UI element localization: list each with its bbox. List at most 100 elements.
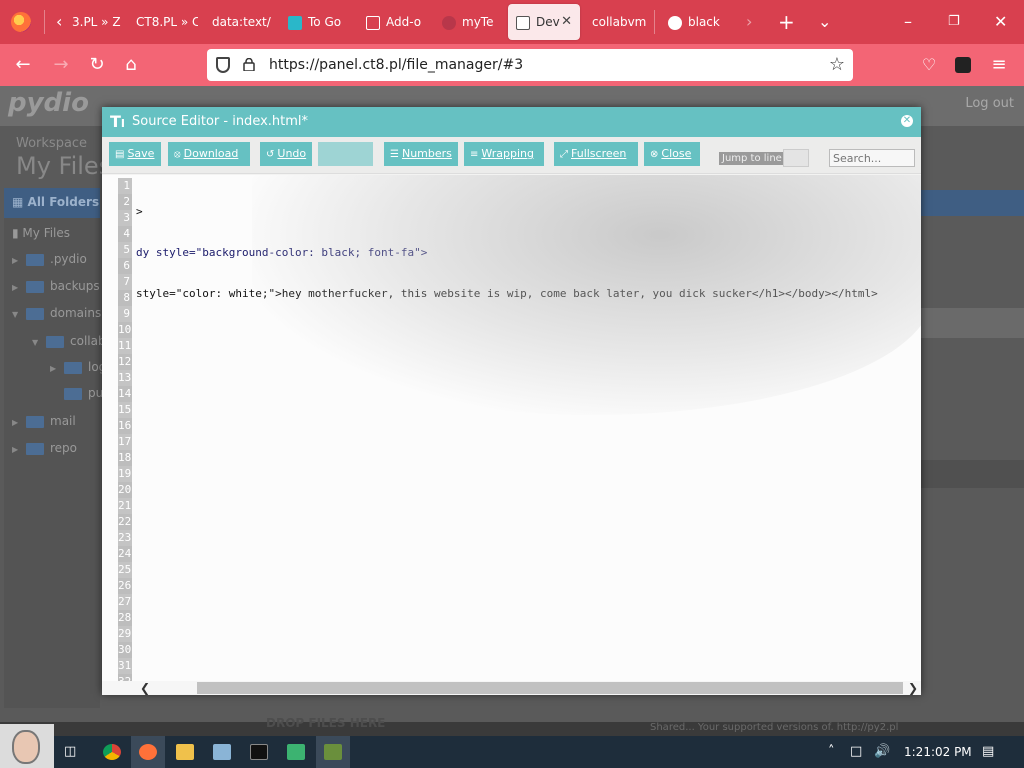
all-folders-header[interactable]: ▦ All Folders xyxy=(4,188,100,218)
tree-item-repo[interactable]: repo xyxy=(26,441,77,455)
search-input[interactable] xyxy=(829,149,915,167)
line-number: 9 xyxy=(118,306,132,322)
tab-scroll-left-icon[interactable]: ‹ xyxy=(56,0,62,44)
pocket-icon[interactable]: ♡ xyxy=(912,44,946,86)
scrollbar-thumb[interactable] xyxy=(197,682,903,694)
close-tab-icon[interactable]: ✕ xyxy=(561,4,572,40)
tab-scroll-right-icon[interactable]: › xyxy=(746,0,752,44)
dialog-titlebar[interactable]: TI Source Editor - index.html* ✕ xyxy=(102,107,921,137)
minecraft-icon[interactable] xyxy=(324,744,342,760)
system-clock[interactable]: 1:21:02 PM xyxy=(904,736,972,768)
horizontal-scrollbar[interactable]: ❮ ❯ xyxy=(102,681,921,695)
expand-arrow-icon[interactable]: ▶ xyxy=(12,256,18,265)
tab-ct8pl[interactable]: CT8.PL » C xyxy=(136,4,198,40)
new-tab-icon[interactable]: + xyxy=(778,0,795,44)
restore-icon[interactable]: ❐ xyxy=(948,0,960,44)
tab-3pl[interactable]: 3.PL » Z xyxy=(72,4,126,40)
numbers-button[interactable]: ☰ Numbers xyxy=(384,142,458,166)
lock-icon[interactable] xyxy=(243,58,255,71)
line-number: 17 xyxy=(118,434,132,450)
download-button[interactable]: ⦻ Download xyxy=(168,142,250,166)
page-title: My Files xyxy=(16,152,112,180)
save-button[interactable]: ▤ Save xyxy=(109,142,161,166)
extension-icon[interactable] xyxy=(946,44,980,86)
dialog-close-icon[interactable]: ✕ xyxy=(901,115,913,127)
tree-item-public[interactable]: pu xyxy=(64,386,103,400)
code-editor[interactable]: 1 2 3 4 5 6 7 8 9 10 11 12 13 14 15 16 1… xyxy=(102,175,921,682)
tracking-shield-icon[interactable] xyxy=(216,57,230,73)
folders-icon: ▦ xyxy=(12,195,24,209)
tab-collabvm[interactable]: collabvm xyxy=(592,4,650,40)
undo-button[interactable]: ↺ Undo xyxy=(260,142,312,166)
line-number: 7 xyxy=(118,274,132,290)
paint-icon[interactable] xyxy=(213,744,231,760)
text-editor-icon: TI xyxy=(110,112,126,131)
redo-button[interactable] xyxy=(318,142,373,166)
tray-chevron-up-icon[interactable]: ˄ xyxy=(828,736,835,768)
terminal-icon[interactable] xyxy=(250,744,268,760)
expand-arrow-icon[interactable]: ▶ xyxy=(50,364,56,373)
tab-add-ons[interactable]: Add-o xyxy=(366,4,422,40)
tab-to-go[interactable]: To Go xyxy=(288,4,346,40)
file-explorer-icon[interactable] xyxy=(176,744,194,760)
line-number: 18 xyxy=(118,450,132,466)
tree-item-mail[interactable]: mail xyxy=(26,414,76,428)
expand-arrow-icon[interactable]: ▶ xyxy=(12,418,18,427)
scroll-left-arrow-icon[interactable]: ❮ xyxy=(140,681,150,695)
tab-black[interactable]: black xyxy=(668,4,732,40)
url-bar[interactable]: https://panel.ct8.pl/file_manager/#3 ☆ xyxy=(207,49,853,81)
notepad-icon[interactable] xyxy=(287,744,305,760)
folder-icon xyxy=(26,415,44,428)
collapse-arrow-icon[interactable]: ▼ xyxy=(12,310,18,319)
bookmark-star-icon[interactable]: ☆ xyxy=(829,49,845,81)
collapse-arrow-icon[interactable]: ▼ xyxy=(32,338,38,347)
expand-arrow-icon[interactable]: ▶ xyxy=(12,445,18,454)
tab-data-text[interactable]: data:text/ xyxy=(212,4,272,40)
line-number: 19 xyxy=(118,466,132,482)
chrome-icon[interactable] xyxy=(103,744,121,760)
minimize-icon[interactable]: – xyxy=(904,0,912,44)
forward-arrow-icon[interactable]: → xyxy=(44,44,78,86)
tree-item-backups[interactable]: backups xyxy=(26,279,100,293)
line-number-gutter: 1 2 3 4 5 6 7 8 9 10 11 12 13 14 15 16 1… xyxy=(118,178,132,682)
tab-strip: ‹ 3.PL » Z CT8.PL » C data:text/ To Go A… xyxy=(0,0,1024,44)
right-panel-section xyxy=(920,308,1024,338)
task-view-icon[interactable]: ◫ xyxy=(64,736,76,768)
volume-icon[interactable]: 🔊 xyxy=(874,736,890,768)
fullscreen-button[interactable]: ⤢ Fullscreen xyxy=(554,142,638,166)
line-number: 4 xyxy=(118,226,132,242)
tree-item-logs[interactable]: log xyxy=(64,360,106,374)
line-number: 22 xyxy=(118,514,132,530)
drop-files-zone[interactable]: DROP FILES HERE xyxy=(266,716,385,730)
jump-to-line-input[interactable] xyxy=(783,149,809,167)
close-button[interactable]: ⊗ Close xyxy=(644,142,700,166)
tree-item-pydio[interactable]: .pydio xyxy=(26,252,87,266)
url-text[interactable]: https://panel.ct8.pl/file_manager/#3 xyxy=(269,49,523,81)
tree-item-my-files[interactable]: ▮ My Files xyxy=(12,226,70,240)
home-icon[interactable]: ⌂ xyxy=(114,44,148,86)
tab-label: black xyxy=(688,15,720,29)
folder-icon xyxy=(26,280,44,293)
right-panel-section xyxy=(920,460,1024,488)
screen-glare xyxy=(252,175,921,415)
reload-icon[interactable]: ↻ xyxy=(80,44,114,86)
logout-link[interactable]: Log out xyxy=(965,96,1014,111)
tree-item-domains[interactable]: domains xyxy=(26,306,101,320)
tab-myte[interactable]: myTe xyxy=(442,4,494,40)
notifications-icon[interactable]: ▤ xyxy=(982,736,994,768)
wrapping-button[interactable]: ≡ Wrapping xyxy=(464,142,544,166)
firefox-logo-icon[interactable] xyxy=(11,12,31,32)
menu-hamburger-icon[interactable]: ≡ xyxy=(982,44,1016,86)
tab-dev-active[interactable]: Dev ✕ xyxy=(508,4,580,40)
tree-item-collab[interactable]: collab xyxy=(46,334,106,348)
network-icon[interactable]: □ xyxy=(850,736,862,768)
wrap-icon: ≡ xyxy=(470,149,479,160)
expand-arrow-icon[interactable]: ▶ xyxy=(12,283,18,292)
firefox-icon[interactable] xyxy=(139,744,157,760)
back-arrow-icon[interactable]: ← xyxy=(6,44,40,86)
list-tabs-chevron-down-icon[interactable]: ⌄ xyxy=(818,0,831,44)
source-editor-dialog: TI Source Editor - index.html* ✕ ▤ Save ⦻… xyxy=(102,107,921,695)
line-number: 30 xyxy=(118,642,132,658)
scroll-right-arrow-icon[interactable]: ❯ xyxy=(908,681,918,695)
window-close-icon[interactable]: ✕ xyxy=(994,0,1007,44)
